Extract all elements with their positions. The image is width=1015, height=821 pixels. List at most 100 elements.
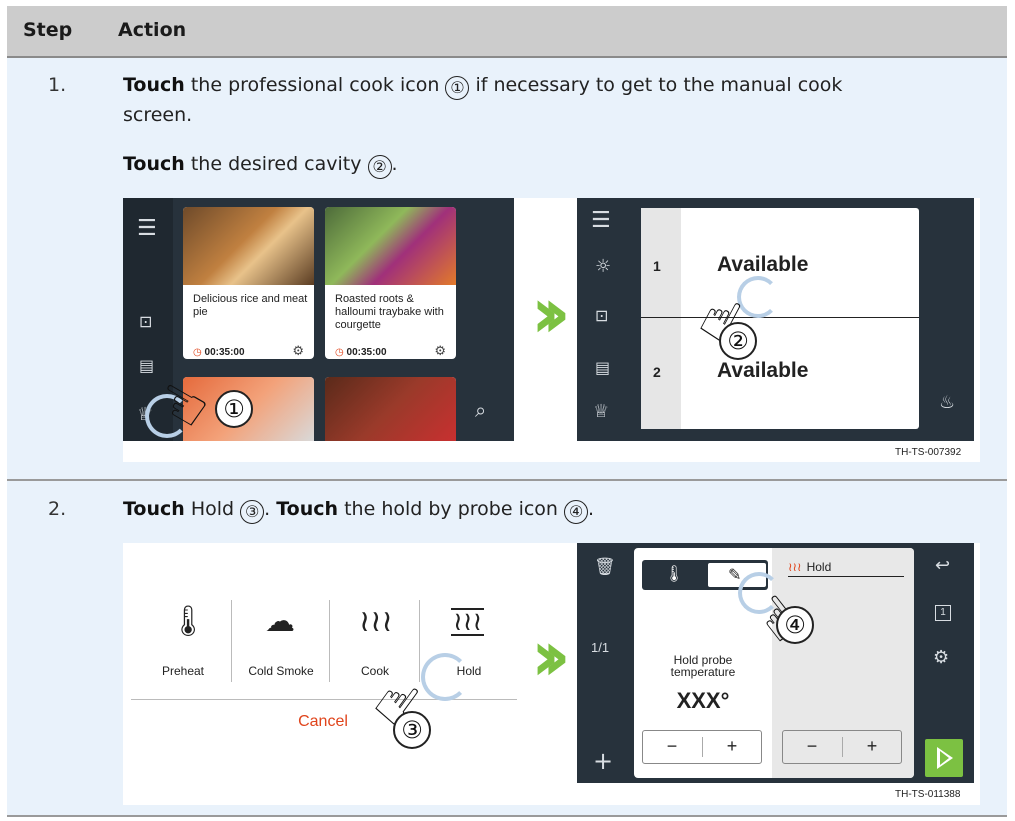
secondary-stepper: − + (782, 730, 902, 764)
clock-icon: ◷ (335, 347, 344, 358)
probe-temp-value: XXX° (676, 688, 730, 713)
decrease-button[interactable]: − (643, 736, 701, 757)
divider (419, 600, 420, 682)
divider (329, 600, 330, 682)
hold-tab[interactable]: ≀≀≀ Hold (788, 556, 902, 575)
callout-1: ① (215, 390, 253, 428)
mode-cold-smoke[interactable]: ☁ Cold Smoke (233, 600, 329, 682)
callout-marker: ② (367, 155, 392, 179)
step-number: 2. (48, 498, 67, 520)
hold-icon: ≀≀≀ (451, 607, 485, 637)
instruction-emphasis: Touch (123, 74, 185, 96)
recipe-title: Delicious rice and meat pie (193, 293, 308, 318)
thermometer-icon[interactable]: 🌡 (664, 564, 684, 583)
step-number: 1. (48, 74, 67, 96)
play-icon-inner (940, 751, 949, 765)
recipe-photo (183, 207, 314, 285)
hold-panel: 🌡 ✎ ≀≀≀ Hold Hold probe temperature XXX°… (634, 548, 914, 778)
decrease-button[interactable]: − (783, 736, 841, 757)
start-button[interactable] (925, 739, 963, 777)
clock-icon: ◷ (193, 347, 202, 358)
recipe-time: 00:35:00 (346, 347, 387, 358)
instruction-text: . (588, 498, 595, 520)
search-icon[interactable]: ⌕ (475, 398, 486, 422)
instruction-text: . (264, 498, 277, 520)
column-header-action: Action (118, 19, 187, 41)
cavity-list: 1 Available 2 Available ☝ ② (641, 208, 919, 429)
instruction-emphasis: Touch (123, 498, 185, 520)
divider (788, 576, 904, 577)
menu-icon: ☰ (591, 208, 611, 233)
instruction-text: the desired cavity (184, 153, 368, 175)
step-instruction: Touch Hold ③. Touch the hold by probe ic… (123, 494, 594, 524)
recipe-screen: ☰ ⊡ ▤ ♕ Delicious rice and meat pie ◷ 00… (123, 198, 514, 441)
recipe-photo (325, 207, 456, 285)
recipe-time: 00:35:00 (204, 347, 245, 358)
gear-icon[interactable]: ⚙ (292, 344, 304, 359)
cavity-row-1[interactable]: 1 Available (641, 208, 919, 318)
instruction-text: screen. (123, 104, 193, 126)
figure-reference: TH-TS-011388 (895, 789, 961, 800)
callout-3: ③ (393, 711, 431, 749)
instruction-emphasis: Touch (276, 498, 339, 520)
instruction-text: if necessary to get to the manual cook (469, 74, 843, 96)
mode-label: Preheat (161, 664, 205, 678)
callout-4: ④ (776, 606, 814, 644)
table-row: 2. Touch Hold ③. Touch the hold by probe… (7, 481, 1007, 817)
trash-icon[interactable]: 🗑 (594, 557, 616, 577)
next-chevrons-icon: ›› (531, 272, 570, 354)
increase-button[interactable]: + (703, 736, 761, 757)
figure-2: 🌡 Preheat ☁ Cold Smoke ≀≀≀ Cook ≀≀≀ Hold… (123, 543, 980, 805)
recipe-book-icon: ▤ (595, 358, 611, 377)
cavity-row-2[interactable]: 2 Available (641, 318, 919, 429)
preheat-probe-icon[interactable]: ♨ (939, 392, 955, 413)
light-icon[interactable]: ☼ (595, 256, 611, 277)
recipe-book-icon: ▤ (139, 356, 155, 375)
cavity-number: 1 (653, 258, 661, 274)
cavity-slot-button[interactable]: 1 (935, 605, 951, 621)
probe-stepper: − + (642, 730, 762, 764)
cavity-status: Available (717, 359, 809, 382)
cold-smoke-icon: ☁ (265, 604, 295, 639)
instruction-text: the professional cook icon (184, 74, 446, 96)
recipe-photo (325, 377, 456, 441)
recipe-card[interactable]: Delicious rice and meat pie ◷ 00:35:00 ⚙ (183, 207, 314, 359)
cavity-screen: ☰ ☼ ⊡ ▤ ♕ 1 Available 2 Available ☝ ② ♨ (577, 198, 974, 441)
chef-hat-icon: ♕ (593, 401, 610, 422)
recipe-card[interactable]: Roasted roots & halloumi traybake with c… (325, 207, 456, 359)
mode-preheat[interactable]: 🌡 Preheat (135, 600, 231, 682)
divider (231, 600, 232, 682)
callout-marker: ③ (240, 500, 265, 524)
lock-icon: ⊡ (139, 312, 153, 331)
step-instruction: Touch the professional cook icon ① if ne… (123, 70, 993, 130)
hold-screen: 🗑 1/1 + 🌡 ✎ ≀≀≀ Hold Hold probe temperat… (577, 543, 974, 783)
gear-icon[interactable]: ⚙ (434, 344, 446, 359)
recipe-card[interactable] (325, 377, 456, 441)
recipe-title: Roasted roots & halloumi traybake with c… (335, 293, 444, 331)
instruction-text: the hold by probe icon (338, 498, 565, 520)
page-indicator: 1/1 (591, 640, 610, 655)
cavity-status: Available (717, 253, 809, 276)
back-icon[interactable]: ↩ (935, 555, 950, 576)
increase-button[interactable]: + (843, 736, 901, 757)
settings-gear-icon[interactable]: ⚙ (933, 647, 949, 668)
callout-marker: ① (445, 76, 470, 100)
recipe-timer: ◷ 00:35:00 (335, 347, 387, 358)
cancel-button[interactable]: Cancel (273, 713, 373, 731)
heat-waves-icon: ≀≀≀ (359, 604, 393, 639)
probe-icon: ✎ (728, 565, 742, 584)
touch-indicator (421, 653, 469, 701)
column-header-step: Step (23, 19, 73, 41)
lock-icon: ⊡ (595, 306, 609, 325)
mode-label: Cold Smoke (248, 664, 314, 678)
figure-1: ☰ ⊡ ▤ ♕ Delicious rice and meat pie ◷ 00… (123, 198, 980, 462)
figure-reference: TH-TS-007392 (895, 447, 962, 458)
add-icon[interactable]: + (593, 747, 613, 775)
recipe-timer: ◷ 00:35:00 (193, 347, 245, 358)
table-row: 1. Touch the professional cook icon ① if… (7, 58, 1007, 481)
step-instruction: Touch the desired cavity ②. (123, 149, 398, 179)
instruction-emphasis: Touch (123, 153, 185, 175)
probe-temp-label: Hold probe temperature (670, 653, 736, 679)
hold-icon: ≀≀≀ (788, 560, 802, 574)
instruction-text: . (391, 153, 398, 175)
